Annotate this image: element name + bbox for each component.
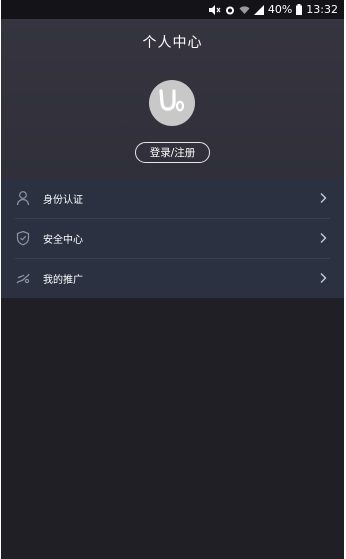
- menu-item-label: 身份认证: [43, 194, 83, 206]
- clock: 13:32: [306, 3, 338, 16]
- profile-header: 个人中心 登录/注册: [1, 19, 344, 178]
- battery-percent: 40%: [267, 3, 293, 16]
- signal-icon: [253, 4, 264, 15]
- menu-item-promotion[interactable]: 我的推广: [1, 258, 344, 298]
- page-title: 个人中心: [142, 35, 203, 51]
- mute-icon: [208, 4, 221, 15]
- chevron-right-icon: [318, 192, 328, 204]
- login-register-button[interactable]: 登录/注册: [135, 142, 210, 163]
- screen: 40% 13:32 个人中心 登录/注册 身份认证 安全中心 我的推广: [1, 0, 344, 559]
- shield-check-icon: [15, 230, 31, 246]
- person-icon: [15, 190, 31, 206]
- menu-list: 身份认证 安全中心 我的推广: [1, 178, 344, 298]
- wifi-icon: [239, 5, 250, 15]
- chevron-right-icon: [318, 232, 328, 244]
- menu-item-label: 我的推广: [43, 274, 83, 286]
- alarm-icon: [225, 5, 235, 15]
- status-bar: 40% 13:32: [1, 0, 344, 19]
- avatar[interactable]: [149, 80, 195, 126]
- battery-icon: [296, 4, 303, 15]
- chevron-right-icon: [318, 272, 328, 284]
- menu-item-security[interactable]: 安全中心: [1, 218, 344, 258]
- phone-frame: 40% 13:32 个人中心 登录/注册 身份认证 安全中心 我的推广: [0, 0, 346, 559]
- spread-icon: [15, 270, 31, 286]
- logo-icon: [157, 88, 187, 118]
- menu-item-label: 安全中心: [43, 234, 83, 246]
- menu-item-identity[interactable]: 身份认证: [1, 178, 344, 218]
